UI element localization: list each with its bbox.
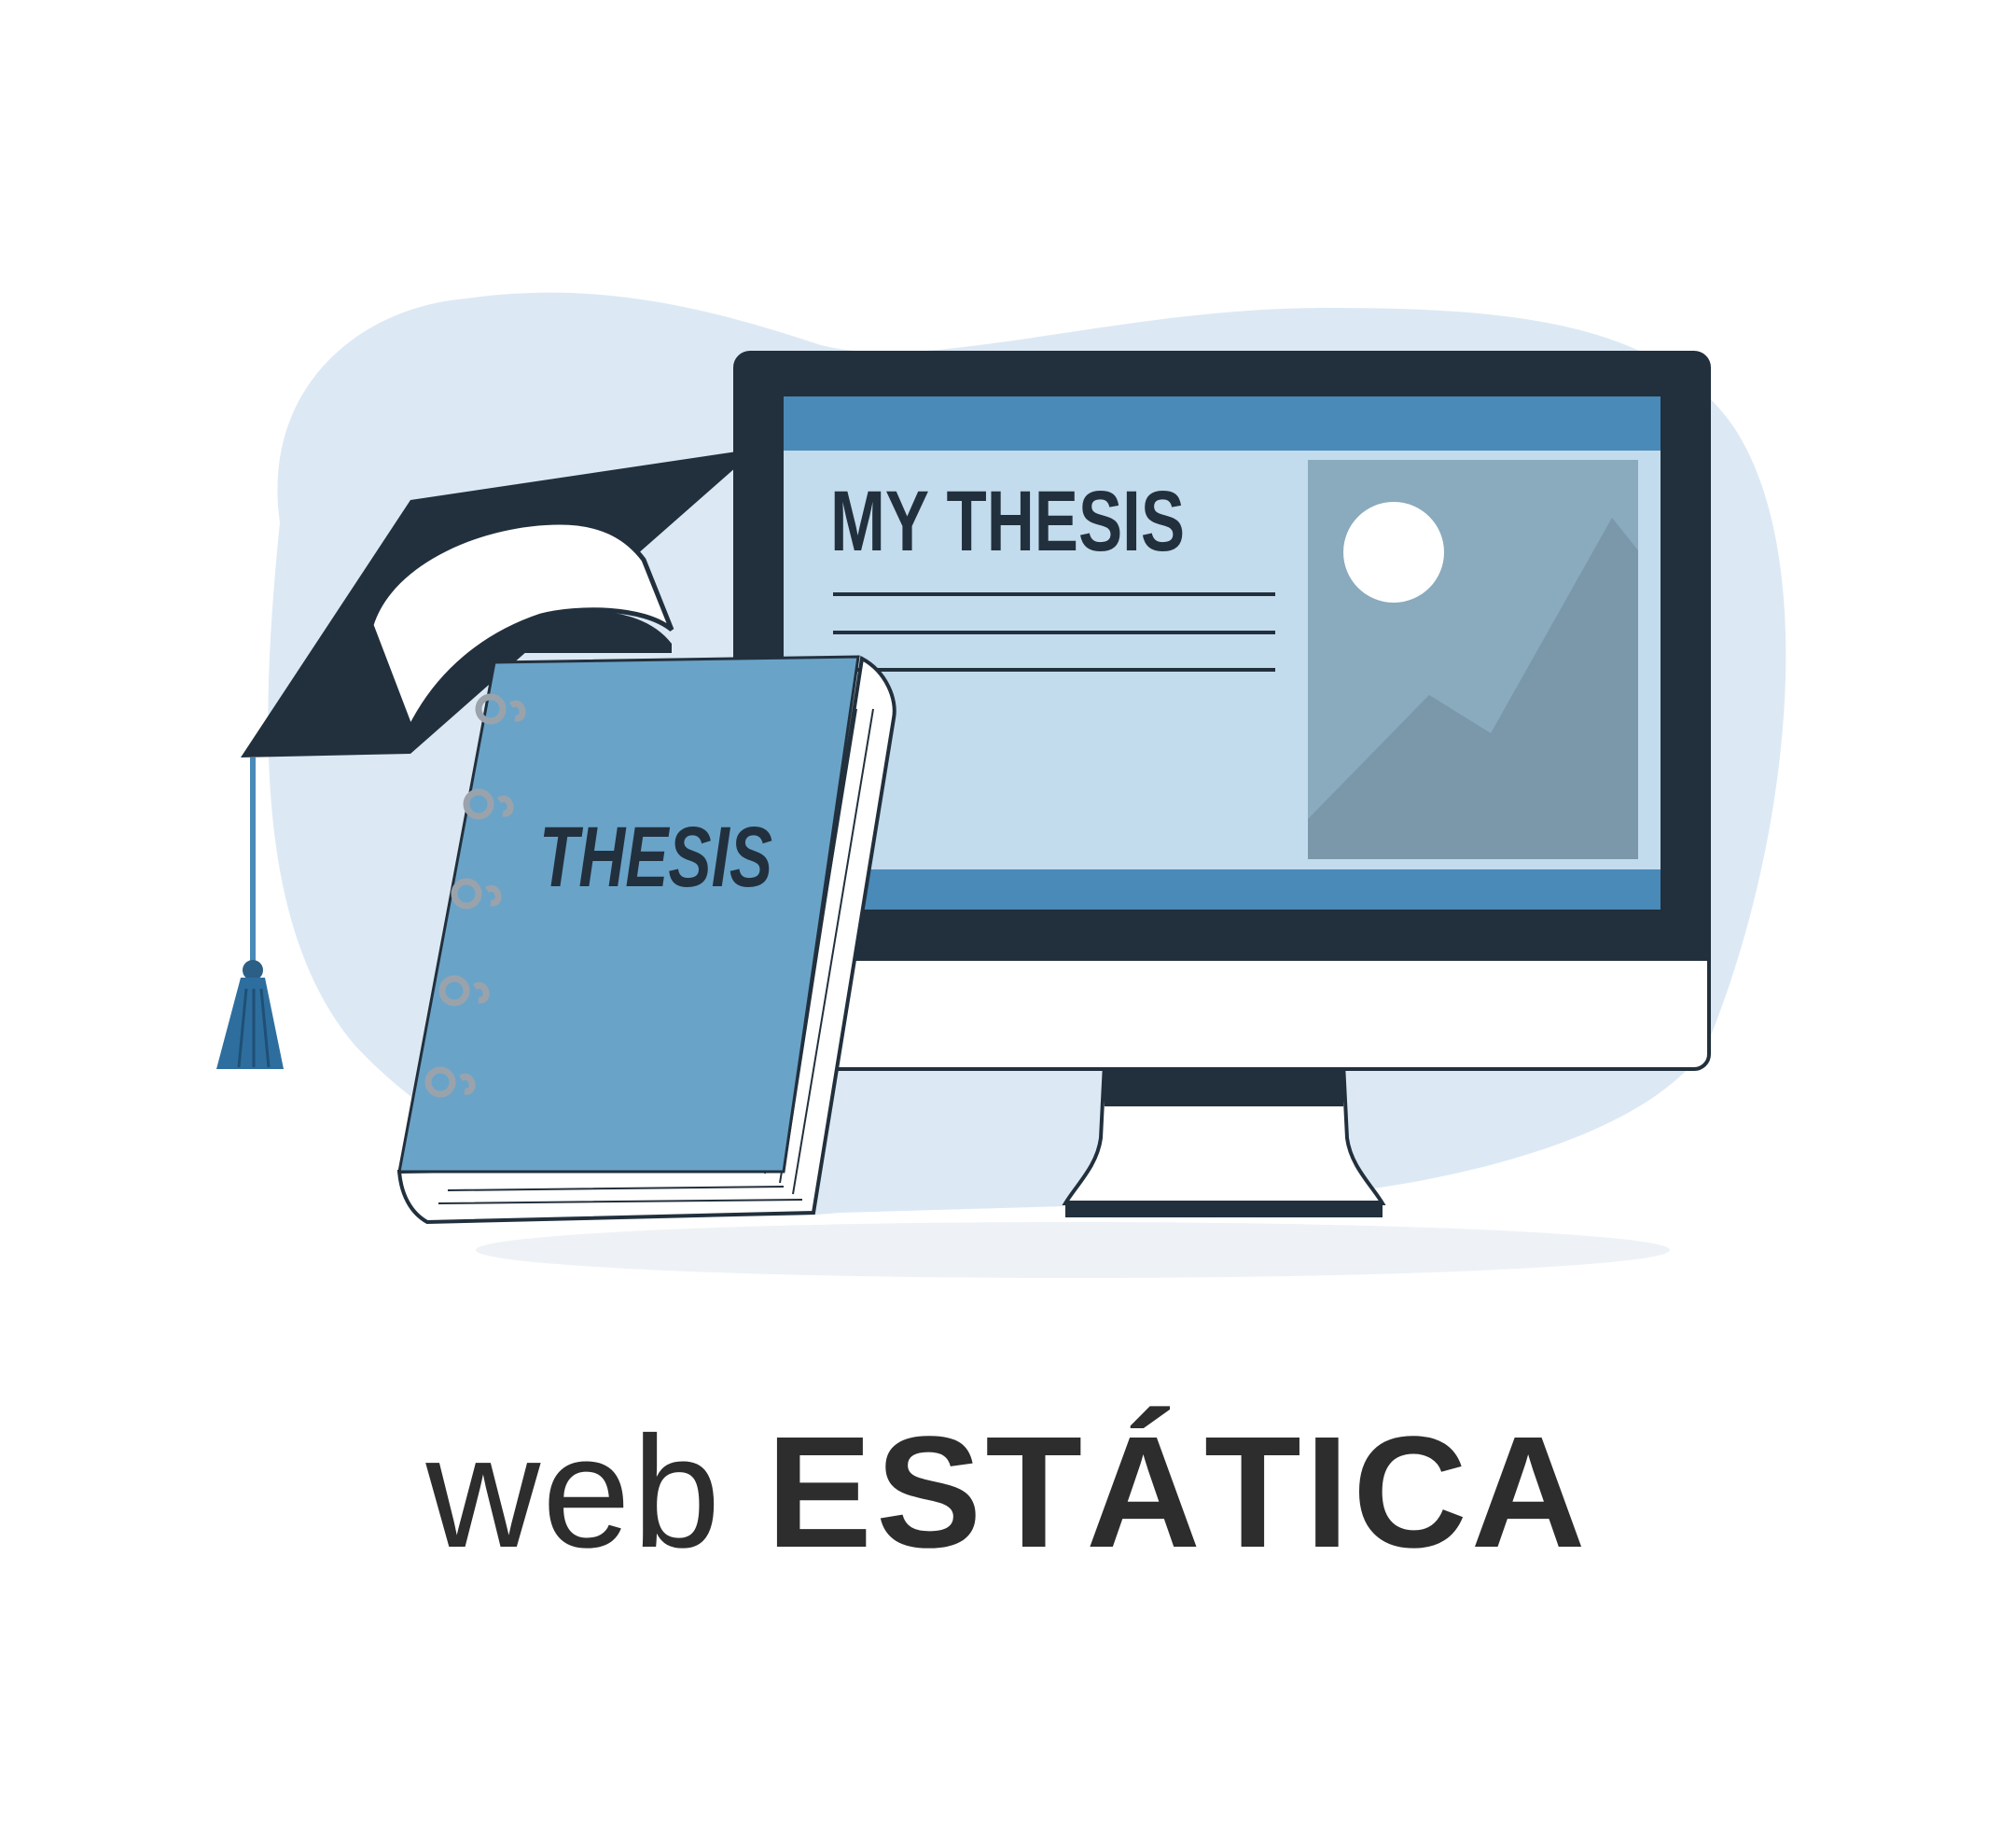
monitor-base [1065, 1201, 1383, 1217]
screen-text-line [833, 668, 1275, 672]
screen-text-line [833, 631, 1275, 634]
book-title: THESIS [539, 810, 772, 905]
image-placeholder-icon [1308, 460, 1638, 859]
ground-shadow [476, 1222, 1670, 1278]
screen-title: MY THESIS [830, 474, 1185, 569]
screen-top-bar [784, 396, 1661, 451]
cap-tassel-string [250, 757, 256, 965]
cap-tassel [216, 978, 284, 1069]
screen-bottom-bar [784, 869, 1661, 910]
screen-text-line [833, 592, 1275, 596]
cap-tassel-knot [243, 960, 263, 980]
brand-caption: web ESTÁTICA [0, 1399, 2015, 1586]
caption-bold-word: ESTÁTICA [766, 1404, 1590, 1581]
caption-light-word: web [425, 1404, 723, 1581]
